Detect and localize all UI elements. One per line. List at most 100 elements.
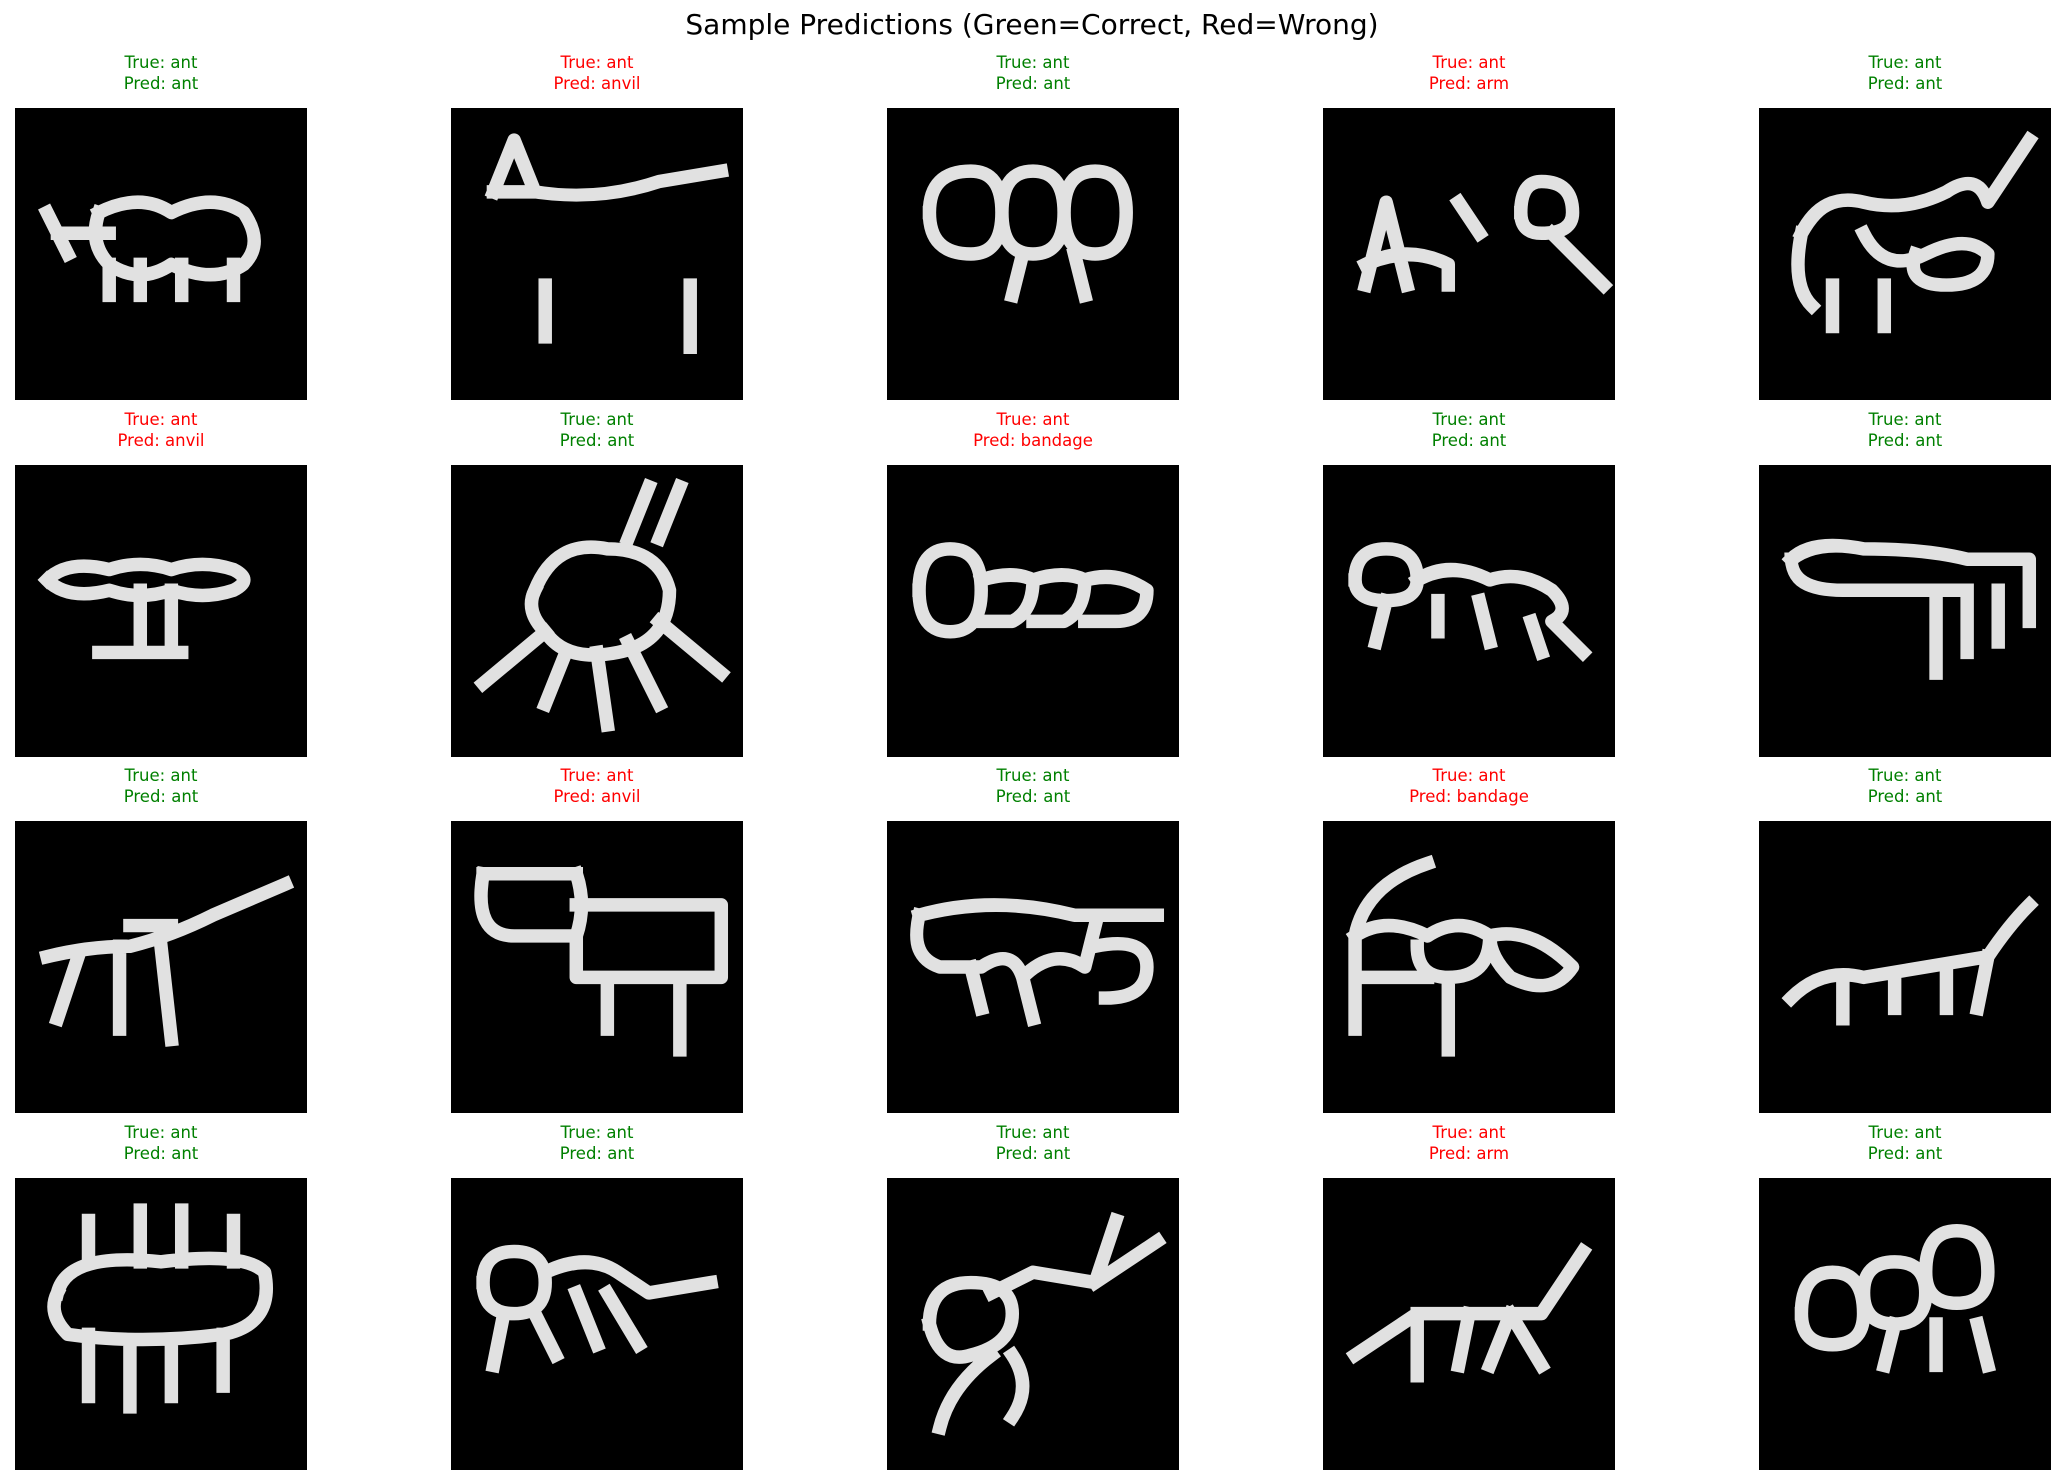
- true-label: True: ant: [1432, 766, 1506, 785]
- prediction-cell: True: ant Pred: arm: [1323, 1122, 1615, 1470]
- true-label: True: ant: [996, 53, 1070, 72]
- true-label: True: ant: [996, 1123, 1070, 1142]
- ant-doodle-icon: [473, 477, 731, 733]
- pred-label: Pred: bandage: [1409, 787, 1529, 806]
- sample-image: [1759, 108, 2051, 400]
- ant-doodle-icon: [1348, 542, 1593, 662]
- true-label: True: ant: [996, 410, 1070, 429]
- sample-image: [887, 108, 1179, 400]
- true-label: True: ant: [124, 1123, 198, 1142]
- sample-image: [887, 465, 1179, 757]
- prediction-cell: True: ant Pred: ant: [1759, 1122, 2051, 1470]
- ant-doodle-icon: [1356, 174, 1614, 295]
- ant-doodle-icon: [38, 875, 295, 1047]
- sample-image: [887, 821, 1179, 1113]
- pred-label: Pred: anvil: [553, 74, 641, 93]
- prediction-cell: True: ant Pred: ant: [1759, 765, 2051, 1113]
- ant-doodle-icon: [47, 1203, 273, 1414]
- true-label: True: ant: [1868, 766, 1942, 785]
- prediction-cell: True: ant Pred: ant: [15, 1122, 307, 1470]
- sample-image: [15, 1178, 307, 1470]
- prediction-cell: True: ant Pred: bandage: [887, 409, 1179, 757]
- pred-label: Pred: ant: [123, 1144, 199, 1163]
- prediction-cell: True: ant Pred: ant: [15, 765, 307, 1113]
- sample-image: [887, 1178, 1179, 1470]
- pred-label: Pred: ant: [995, 787, 1071, 806]
- pred-label: Pred: ant: [995, 1144, 1071, 1163]
- pred-label: Pred: ant: [1867, 74, 1943, 93]
- pred-label: Pred: ant: [1867, 431, 1943, 450]
- sample-image: [15, 465, 307, 757]
- ant-doodle-icon: [1781, 538, 2037, 680]
- ant-doodle-icon: [1794, 1224, 1997, 1374]
- true-label: True: ant: [1432, 410, 1506, 429]
- ant-doodle-icon: [1345, 1242, 1593, 1383]
- pred-label: Pred: bandage: [973, 431, 1093, 450]
- ant-doodle-icon: [1791, 130, 2039, 334]
- pred-label: Pred: ant: [559, 1144, 635, 1163]
- sample-image: [15, 108, 307, 400]
- prediction-cell: True: ant Pred: bandage: [1323, 765, 1615, 1113]
- ant-doodle-icon: [922, 164, 1133, 304]
- true-label: True: ant: [124, 53, 198, 72]
- sample-image: [451, 1178, 743, 1470]
- prediction-cell: True: ant Pred: ant: [1323, 409, 1615, 757]
- ant-doodle-icon: [912, 542, 1154, 639]
- sample-image: [451, 821, 743, 1113]
- true-label: True: ant: [560, 766, 634, 785]
- prediction-cell: True: ant Pred: ant: [451, 409, 743, 757]
- pred-label: Pred: ant: [995, 74, 1071, 93]
- true-label: True: ant: [1868, 1123, 1942, 1142]
- pred-label: Pred: anvil: [117, 431, 205, 450]
- ant-doodle-icon: [37, 557, 251, 660]
- true-label: True: ant: [1868, 53, 1942, 72]
- true-label: True: ant: [1432, 1123, 1506, 1142]
- pred-label: Pred: ant: [123, 787, 199, 806]
- sample-image: [451, 108, 743, 400]
- sample-image: [1323, 108, 1615, 400]
- prediction-cell: True: ant Pred: anvil: [451, 52, 743, 400]
- true-label: True: ant: [996, 766, 1070, 785]
- prediction-cell: True: ant Pred: ant: [451, 1122, 743, 1470]
- ant-doodle-icon: [921, 1211, 1167, 1436]
- ant-doodle-icon: [476, 1244, 719, 1374]
- prediction-cell: True: ant Pred: ant: [15, 52, 307, 400]
- ant-doodle-icon: [909, 898, 1165, 1027]
- sample-image: [1759, 1178, 2051, 1470]
- prediction-cell: True: ant Pred: ant: [1759, 409, 2051, 757]
- ant-doodle-icon: [38, 195, 261, 303]
- true-label: True: ant: [124, 766, 198, 785]
- pred-label: Pred: ant: [1867, 1144, 1943, 1163]
- pred-label: Pred: arm: [1428, 74, 1510, 93]
- sample-image: [1323, 465, 1615, 757]
- prediction-cell: True: ant Pred: ant: [887, 1122, 1179, 1470]
- true-label: True: ant: [124, 410, 198, 429]
- figure-title: Sample Predictions (Green=Correct, Red=W…: [685, 8, 1379, 41]
- prediction-cell: True: ant Pred: anvil: [451, 765, 743, 1113]
- pred-label: Pred: ant: [559, 431, 635, 450]
- ant-doodle-icon: [1345, 854, 1580, 1057]
- true-label: True: ant: [1432, 53, 1506, 72]
- sample-image: [1759, 465, 2051, 757]
- prediction-cell: True: ant Pred: ant: [887, 765, 1179, 1113]
- prediction-cell: True: ant Pred: anvil: [15, 409, 307, 757]
- prediction-cell: True: ant Pred: ant: [1759, 52, 2051, 400]
- pred-label: Pred: anvil: [553, 787, 641, 806]
- ant-doodle-icon: [484, 133, 730, 354]
- prediction-cell: True: ant Pred: arm: [1323, 52, 1615, 400]
- sample-image: [451, 465, 743, 757]
- true-label: True: ant: [1868, 410, 1942, 429]
- ant-doodle-icon: [474, 865, 729, 1057]
- true-label: True: ant: [560, 53, 634, 72]
- sample-image: [1759, 821, 2051, 1113]
- prediction-cell: True: ant Pred: ant: [887, 52, 1179, 400]
- sample-image: [15, 821, 307, 1113]
- sample-image: [1323, 821, 1615, 1113]
- pred-label: Pred: ant: [1867, 787, 1943, 806]
- ant-doodle-icon: [1781, 895, 2039, 1026]
- true-label: True: ant: [560, 1123, 634, 1142]
- sample-image: [1323, 1178, 1615, 1470]
- pred-label: Pred: arm: [1428, 1144, 1510, 1163]
- pred-label: Pred: ant: [123, 74, 199, 93]
- pred-label: Pred: ant: [1431, 431, 1507, 450]
